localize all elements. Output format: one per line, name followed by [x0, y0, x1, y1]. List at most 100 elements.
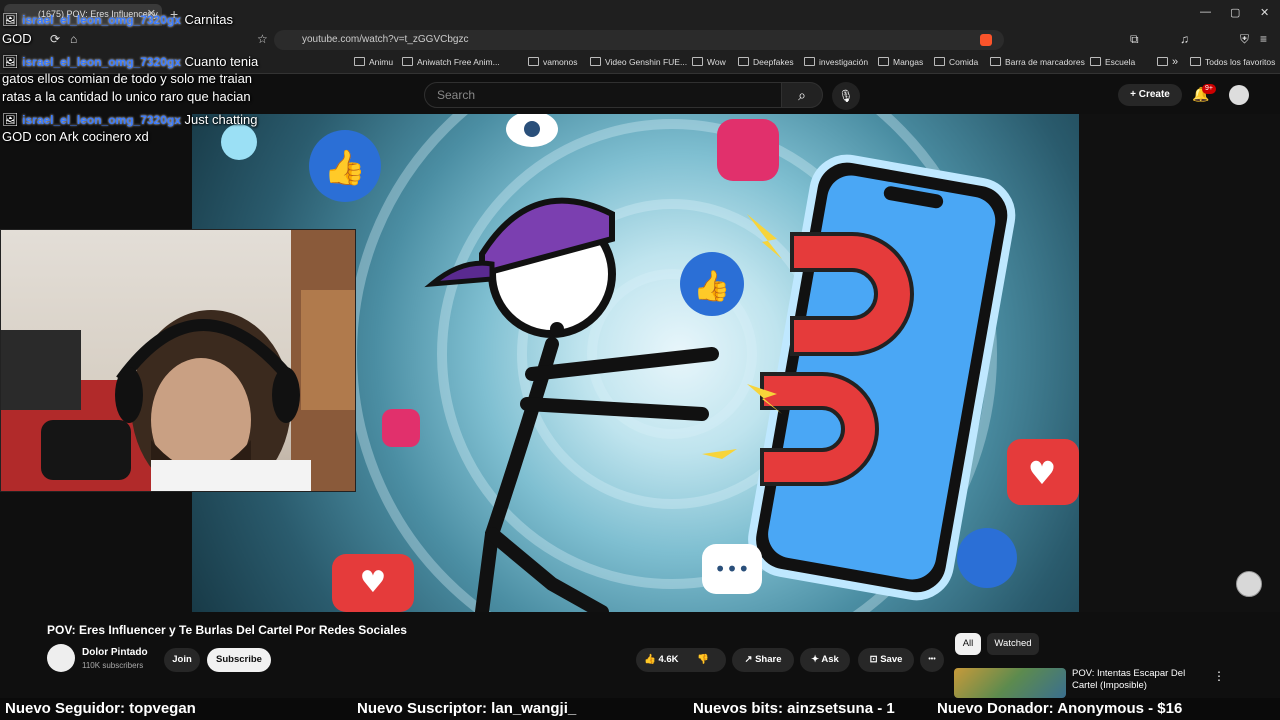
bookmark-save-icon: ⊡: [869, 654, 881, 665]
chat-username: israel_el_leon_omg_7320gx: [22, 13, 181, 27]
thumbs-up-icon: 👍: [644, 654, 659, 665]
chat-text: Carnitas: [184, 12, 233, 27]
search-input[interactable]: Search: [424, 82, 782, 108]
bookmark-item[interactable]: investigación: [804, 57, 868, 67]
search-icon: ⌕: [798, 87, 806, 103]
minimize-window-button[interactable]: —: [1200, 6, 1211, 18]
menu-icon[interactable]: ≡: [1260, 32, 1267, 46]
dislike-button[interactable]: 👎: [697, 654, 709, 665]
chat-message: 🖼 israel_el_leon_omg_7320gx Just chattin…: [2, 112, 258, 128]
chip-watched[interactable]: Watched: [987, 633, 1039, 655]
svg-text:•••: •••: [714, 557, 749, 581]
chat-text: GOD con Ark cocinero xd: [2, 129, 149, 144]
microphone-icon: 🎙: [838, 89, 854, 103]
chat-username: israel_el_leon_omg_7320gx: [22, 113, 181, 127]
chat-text: Just chatting: [184, 112, 258, 127]
bookmark-item[interactable]: vamonos: [528, 57, 578, 67]
bookmark-all-favorites[interactable]: Todos los favoritos: [1190, 57, 1275, 67]
share-icon: ↗: [744, 654, 756, 665]
reload-icon[interactable]: ⟳: [50, 32, 60, 46]
extensions-icon[interactable]: ⧉: [1130, 32, 1139, 47]
channel-avatar[interactable]: [47, 644, 75, 672]
ask-button[interactable]: ✦ Ask: [800, 648, 850, 672]
notification-count-badge: 9+: [1202, 84, 1216, 94]
thumbs-down-icon: 👎: [697, 654, 710, 665]
recommended-video-thumbnail[interactable]: [954, 668, 1066, 698]
streamer-webcam: [0, 229, 356, 492]
svg-text:👍: 👍: [693, 268, 730, 304]
create-button[interactable]: + Create: [1118, 84, 1182, 106]
bookmark-item[interactable]: Animu: [354, 57, 393, 67]
svg-text:♥: ♥: [360, 565, 387, 600]
create-label: Create: [1138, 89, 1170, 100]
bookmark-item[interactable]: Escuela: [1090, 57, 1135, 67]
recommended-video-title[interactable]: POV: Intentas Escapar Del Cartel (Imposi…: [1072, 668, 1202, 692]
media-icon[interactable]: ♫: [1180, 32, 1189, 46]
stream-events-ticker: Nuevo Seguidor: topvegan Nuevo Suscripto…: [0, 698, 1280, 720]
floating-avatar-icon[interactable]: [1236, 571, 1262, 597]
ticker-new-subscriber: Nuevo Suscriptor: lan_wangji_: [357, 700, 577, 717]
chat-username: israel_el_leon_omg_7320gx: [22, 55, 181, 69]
bookmark-item[interactable]: Mangas: [878, 57, 923, 67]
bookmark-item[interactable]: Wow: [692, 57, 726, 67]
ticker-new-follower: Nuevo Seguidor: topvegan: [5, 700, 196, 717]
vpn-icon[interactable]: ⛨: [1240, 32, 1249, 47]
bookmark-item[interactable]: Video Genshin FUE...: [590, 57, 687, 67]
webcam-feed-illustration: [1, 230, 355, 491]
bookmark-item[interactable]: Barra de marcadores: [990, 57, 1085, 67]
sparkle-icon: ✦: [811, 654, 822, 665]
bookmark-item[interactable]: Comida: [934, 57, 978, 67]
chat-message: 🖼 israel_el_leon_omg_7320gx Carnitas: [2, 12, 233, 28]
chat-message: GOD con Ark cocinero xd: [2, 129, 149, 144]
chat-text: gatos ellos comian de todo y solo me tra…: [2, 71, 253, 86]
chip-all[interactable]: All: [955, 633, 981, 655]
like-count: 4.6K: [658, 654, 679, 665]
chat-badge-icon: 🖼: [2, 54, 19, 69]
ticker-new-bits: Nuevos bits: ainzsetsuna - 1: [693, 700, 895, 717]
url-text: youtube.com/watch?v=t_zGGVCbgzc: [302, 34, 469, 45]
brave-shield-icon[interactable]: [980, 34, 992, 46]
chat-badge-icon: 🖼: [2, 12, 19, 27]
url-field[interactable]: youtube.com/watch?v=t_zGGVCbgzc: [274, 30, 1004, 50]
bookmark-item[interactable]: Aniwatch Free Anim...: [402, 57, 500, 67]
account-avatar[interactable]: [1229, 85, 1249, 105]
search-button[interactable]: ⌕: [781, 82, 823, 108]
chat-text: Cuanto tenia: [184, 54, 259, 69]
svg-text:♥: ♥: [1028, 454, 1057, 492]
address-bar-row: ⟳ ⌂ ☆ youtube.com/watch?v=t_zGGVCbgzc ⧉ …: [0, 28, 1280, 52]
ticker-new-donor: Nuevo Donador: Anonymous - $16: [937, 700, 1183, 717]
bookmark-item[interactable]: Deepfakes: [738, 57, 794, 67]
chat-badge-icon: 🖼: [2, 112, 19, 127]
close-window-button[interactable]: ✕: [1260, 6, 1269, 19]
chat-text: GOD: [2, 31, 32, 46]
save-button[interactable]: ⊡ Save: [858, 648, 914, 672]
voice-search-button[interactable]: 🎙: [832, 82, 860, 110]
chat-message: gatos ellos comian de todo y solo me tra…: [2, 71, 252, 86]
more-bookmarks-icon[interactable]: »: [1157, 56, 1178, 68]
player-side-area: [1079, 114, 1280, 612]
share-button[interactable]: ↗ Share: [732, 648, 794, 672]
ask-label: Ask: [821, 654, 839, 665]
share-label: Share: [755, 654, 782, 665]
join-button[interactable]: Join: [164, 648, 200, 672]
svg-text:👍: 👍: [324, 148, 366, 188]
plus-icon: +: [1130, 89, 1139, 100]
more-actions-button[interactable]: •••: [920, 648, 944, 672]
bookmark-icon[interactable]: ☆: [257, 32, 268, 46]
chat-message: 🖼 israel_el_leon_omg_7320gx Cuanto tenia: [2, 54, 258, 70]
recommended-more-icon[interactable]: ⋮: [1213, 669, 1225, 683]
video-title: POV: Eres Influencer y Te Burlas Del Car…: [47, 623, 407, 637]
channel-name[interactable]: Dolor Pintado: [82, 647, 148, 658]
search-placeholder: Search: [437, 88, 476, 102]
like-dislike-group: 👍 4.6K 👎: [636, 648, 726, 672]
chat-message: ratas a la cantidad lo unico raro que ha…: [2, 89, 251, 104]
save-label: Save: [880, 654, 903, 665]
home-icon[interactable]: ⌂: [70, 32, 77, 46]
video-info-section: POV: Eres Influencer y Te Burlas Del Car…: [0, 612, 1280, 698]
subscribe-button[interactable]: Subscribe: [207, 648, 271, 672]
maximize-window-button[interactable]: ▢: [1230, 6, 1240, 19]
like-button[interactable]: 👍 4.6K: [644, 654, 679, 665]
chat-text: ratas a la cantidad lo unico raro que ha…: [2, 89, 251, 104]
channel-subscriber-count: 110K subscribers: [82, 661, 144, 670]
chat-message: GOD: [2, 31, 32, 46]
